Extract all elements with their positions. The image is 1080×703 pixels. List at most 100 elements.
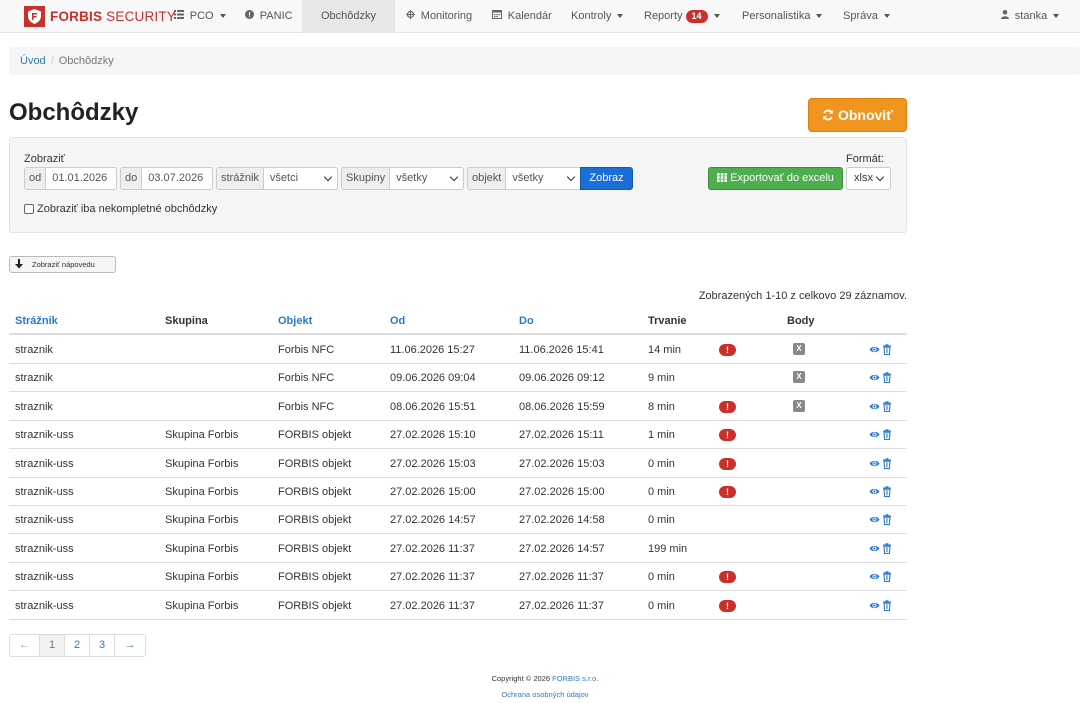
submit-filter-button[interactable]: Zobraz — [580, 167, 633, 190]
chevron-down-icon — [617, 14, 624, 19]
trash-icon[interactable] — [882, 514, 893, 526]
alert-circle-icon — [245, 10, 257, 22]
eye-icon[interactable] — [869, 543, 880, 554]
cell-to: 27.02.2026 14:58 — [519, 514, 605, 527]
nav-sprava[interactable]: Správa — [843, 0, 890, 33]
cell-duration: 9 min — [648, 372, 675, 385]
refresh-button[interactable]: Obnoviť — [808, 98, 907, 132]
th-to[interactable]: Do — [519, 308, 534, 334]
eye-icon[interactable] — [869, 372, 880, 383]
show-help-button[interactable]: Zobraziť nápovedu — [9, 256, 116, 273]
export-excel-button[interactable]: Exportovať do excelu — [708, 167, 843, 190]
exclamation-icon: ! — [719, 400, 736, 413]
cell-guard: straznik-uss — [15, 514, 74, 527]
table-row: straznik-uss Skupina Forbis FORBIS objekt 2… — [9, 592, 907, 620]
cell-duration: 0 min — [648, 514, 675, 527]
cell-duration: 0 min — [648, 571, 675, 584]
trash-icon[interactable] — [882, 543, 893, 554]
breadcrumb: Úvod / Obchôdzky — [9, 47, 1080, 75]
nav-kalendar[interactable]: Kalendár — [492, 0, 552, 33]
th-duration: Trvanie — [648, 315, 687, 327]
trash-icon[interactable] — [882, 344, 893, 356]
trash-icon[interactable] — [882, 571, 893, 583]
nav-kontroly[interactable]: Kontroly — [571, 0, 624, 33]
copyright-text: Copyright © 2026 — [491, 674, 553, 683]
chevron-down-icon — [219, 14, 226, 19]
eye-icon[interactable] — [869, 600, 880, 611]
trash-icon[interactable] — [882, 429, 893, 441]
nav-panic[interactable]: PANIC — [245, 0, 293, 33]
nav-reporty[interactable]: Reporty 14 — [644, 0, 720, 33]
groups-select[interactable]: všetky — [390, 168, 463, 189]
table-row: straznik Forbis NFC 08.06.2026 15:51 08.06.… — [9, 393, 907, 421]
date-from-input[interactable]: 01.01.2026 — [46, 168, 116, 189]
nav-personalistika[interactable]: Personalistika — [742, 0, 823, 33]
breadcrumb-current: Obchôdzky — [58, 55, 114, 67]
shield-logo-icon — [24, 5, 45, 27]
cell-duration: 0 min — [648, 486, 675, 498]
cell-from: 27.02.2026 15:10 — [390, 429, 476, 442]
eye-icon[interactable] — [869, 571, 880, 582]
incomplete-only-label[interactable]: Zobraziť iba nekompletné obchôdzky — [37, 203, 217, 215]
table-row: straznik-uss Skupina Forbis FORBIS objekt 2… — [9, 506, 907, 535]
nav-panic-label: PANIC — [259, 10, 293, 22]
date-to-input[interactable]: 03.07.2026 — [142, 168, 212, 189]
table-header: Strážnik Skupina Objekt Od Do Trvanie Bo… — [9, 308, 907, 335]
cell-to: 08.06.2026 15:59 — [519, 400, 605, 413]
trash-icon[interactable] — [882, 599, 893, 611]
trash-icon[interactable] — [882, 486, 893, 498]
th-guard[interactable]: Strážnik — [15, 308, 58, 334]
eye-icon[interactable] — [869, 486, 880, 497]
cell-from: 27.02.2026 15:03 — [390, 457, 476, 470]
company-link[interactable]: FORBIS s.r.o. — [552, 674, 598, 683]
incomplete-only-checkbox[interactable] — [24, 204, 34, 214]
cell-group: Skupina Forbis — [165, 599, 239, 612]
breadcrumb-home-link[interactable]: Úvod — [20, 55, 46, 67]
pagination-page-3[interactable]: 3 — [90, 635, 115, 656]
nav-monitoring[interactable]: Monitoring — [406, 0, 472, 33]
nav-pco-label: PCO — [189, 10, 214, 22]
nav-obchodzky[interactable]: Obchôdzky — [302, 0, 395, 33]
cell-duration: 199 min — [648, 542, 688, 555]
eye-icon[interactable] — [869, 344, 880, 355]
pagination-page-1[interactable]: 1 — [40, 635, 65, 656]
table-row: straznik-uss Skupina Forbis FORBIS objekt 2… — [9, 563, 907, 592]
cell-group: Skupina Forbis — [165, 571, 239, 584]
pagination-prev[interactable]: ← — [10, 635, 40, 656]
cell-guard: straznik-uss — [15, 542, 74, 555]
brand-logo[interactable]: FORBIS SECURITY — [24, 5, 176, 27]
chevron-down-icon — [449, 172, 459, 182]
export-label: Exportovať do excelu — [730, 172, 834, 184]
guard-select-group: strážnik všetci — [216, 167, 338, 190]
cell-object: FORBIS objekt — [278, 429, 352, 442]
cell-guard: straznik — [15, 400, 53, 413]
th-group: Skupina — [165, 315, 208, 327]
nav-pco[interactable]: PCO — [174, 0, 226, 33]
format-select[interactable]: xlsx — [846, 167, 891, 190]
trash-icon[interactable] — [882, 457, 893, 469]
eye-icon[interactable] — [869, 458, 880, 469]
exclamation-icon: ! — [719, 457, 736, 470]
table-row: straznik-uss Skupina Forbis FORBIS objekt 2… — [9, 478, 907, 506]
cell-from: 27.02.2026 11:37 — [390, 599, 475, 612]
cell-guard: straznik-uss — [15, 571, 74, 584]
show-help-label: Zobraziť nápovedu — [32, 260, 95, 269]
nav-user-menu[interactable]: stanka — [1001, 0, 1060, 33]
eye-icon[interactable] — [869, 429, 880, 440]
object-select[interactable]: všetky — [506, 168, 580, 189]
eye-icon[interactable] — [869, 401, 880, 412]
trash-icon[interactable] — [882, 401, 893, 412]
date-to-group: do 03.07.2026 — [120, 167, 213, 190]
guard-select[interactable]: všetci — [264, 168, 337, 189]
th-from[interactable]: Od — [390, 308, 405, 334]
privacy-link[interactable]: Ochrana osobných údajov — [501, 690, 588, 699]
chevron-down-icon — [1053, 14, 1060, 19]
reporty-count-badge: 14 — [685, 9, 708, 23]
guard-addon: strážnik — [217, 168, 264, 189]
eye-icon[interactable] — [869, 514, 880, 525]
th-object[interactable]: Objekt — [278, 308, 312, 334]
pagination-next[interactable]: → — [115, 635, 145, 656]
pagination-page-2[interactable]: 2 — [65, 635, 90, 656]
cell-guard: straznik — [15, 372, 53, 385]
trash-icon[interactable] — [882, 372, 893, 384]
